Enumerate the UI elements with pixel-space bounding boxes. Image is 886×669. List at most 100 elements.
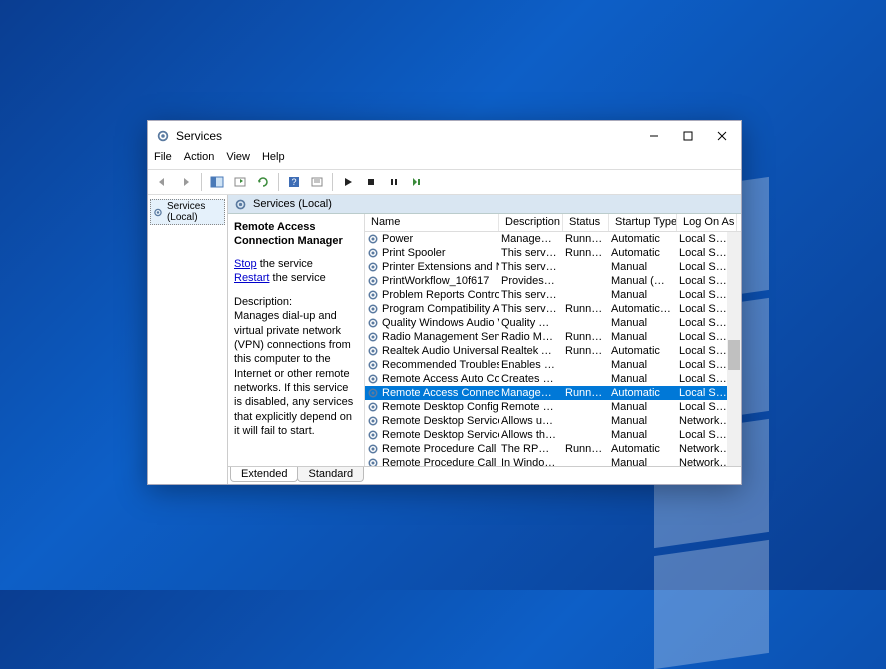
pause-service-button[interactable] bbox=[383, 171, 405, 193]
gear-icon bbox=[367, 303, 379, 315]
gear-icon bbox=[367, 345, 379, 357]
tree-root-item[interactable]: Services (Local) bbox=[150, 199, 225, 225]
close-button[interactable] bbox=[705, 123, 739, 149]
service-name: Realtek Audio Universal Serv… bbox=[382, 345, 499, 357]
scroll-thumb[interactable] bbox=[728, 340, 740, 370]
gear-icon bbox=[153, 206, 163, 219]
restart-link[interactable]: Restart bbox=[234, 272, 269, 284]
service-row[interactable]: Remote Access Connection …Manages di…Run… bbox=[365, 386, 741, 400]
service-startup: Manual bbox=[609, 331, 677, 343]
tree-pane: Services (Local) bbox=[148, 195, 228, 484]
service-desc: This service … bbox=[499, 289, 563, 301]
show-hide-tree-button[interactable] bbox=[206, 171, 228, 193]
svg-text:?: ? bbox=[291, 177, 296, 187]
toolbar: ? bbox=[148, 169, 741, 195]
service-row[interactable]: PrintWorkflow_10f617Provides sup…Manual … bbox=[365, 274, 741, 288]
menu-help[interactable]: Help bbox=[262, 151, 285, 169]
service-startup: Manual bbox=[609, 401, 677, 413]
service-row[interactable]: Recommended Troubleshoo…Enables aut…Manu… bbox=[365, 358, 741, 372]
minimize-button[interactable] bbox=[637, 123, 671, 149]
service-row[interactable]: Remote Procedure Call (RPC)…In Windows …… bbox=[365, 456, 741, 466]
service-desc: Enables aut… bbox=[499, 359, 563, 371]
selected-service-name: Remote Access Connection Manager bbox=[234, 220, 356, 249]
service-row[interactable]: Remote Procedure Call (RPC)The RPCSS s…R… bbox=[365, 442, 741, 456]
service-status: Running bbox=[563, 387, 609, 399]
service-name: Remote Desktop Configurati… bbox=[382, 401, 499, 413]
service-row[interactable]: PowerManages po…RunningAutomaticLocal Sy… bbox=[365, 232, 741, 246]
service-name: Program Compatibility Assis… bbox=[382, 303, 499, 315]
service-startup: Automatic bbox=[609, 443, 677, 455]
service-startup: Automatic (De… bbox=[609, 303, 677, 315]
service-name: Problem Reports Control Pa… bbox=[382, 289, 499, 301]
service-name: Remote Access Auto Connec… bbox=[382, 373, 499, 385]
service-startup: Manual (Trigg… bbox=[609, 275, 677, 287]
restart-service-button[interactable] bbox=[406, 171, 428, 193]
properties-button[interactable] bbox=[306, 171, 328, 193]
menu-action[interactable]: Action bbox=[184, 151, 215, 169]
service-desc: Manages po… bbox=[499, 233, 563, 245]
service-name: Radio Management Service bbox=[382, 331, 499, 343]
gear-icon bbox=[367, 415, 379, 427]
details-pane: Remote Access Connection Manager Stop th… bbox=[228, 214, 364, 466]
service-row[interactable]: Program Compatibility Assis…This service… bbox=[365, 302, 741, 316]
maximize-button[interactable] bbox=[671, 123, 705, 149]
gear-icon bbox=[367, 261, 379, 273]
col-description[interactable]: Description bbox=[499, 214, 563, 231]
service-name: Remote Desktop Services bbox=[382, 415, 499, 427]
titlebar[interactable]: Services bbox=[148, 121, 741, 151]
gear-icon bbox=[367, 359, 379, 371]
service-row[interactable]: Remote Desktop Services Us…Allows the re… bbox=[365, 428, 741, 442]
refresh-button[interactable] bbox=[252, 171, 274, 193]
view-tabs: Extended Standard bbox=[228, 466, 741, 484]
service-startup: Manual bbox=[609, 261, 677, 273]
tab-standard[interactable]: Standard bbox=[297, 467, 364, 482]
start-service-button[interactable] bbox=[337, 171, 359, 193]
service-row[interactable]: Problem Reports Control Pa…This service … bbox=[365, 288, 741, 302]
service-row[interactable]: Quality Windows Audio Vid…Quality Win…Ma… bbox=[365, 316, 741, 330]
help-button[interactable]: ? bbox=[283, 171, 305, 193]
vertical-scrollbar[interactable] bbox=[727, 232, 741, 466]
column-headers: Name Description Status Startup Type Log… bbox=[365, 214, 741, 232]
back-button[interactable] bbox=[152, 171, 174, 193]
menu-view[interactable]: View bbox=[226, 151, 250, 169]
service-name: Printer Extensions and Notifi… bbox=[382, 261, 499, 273]
service-status: Running bbox=[563, 233, 609, 245]
window-title: Services bbox=[176, 129, 637, 143]
services-window: Services File Action View Help ? Service… bbox=[147, 120, 742, 485]
service-name: Print Spooler bbox=[382, 247, 446, 259]
service-startup: Manual bbox=[609, 415, 677, 427]
service-desc: This service … bbox=[499, 303, 563, 315]
service-status: Running bbox=[563, 247, 609, 259]
gear-icon bbox=[367, 289, 379, 301]
service-startup: Manual bbox=[609, 429, 677, 441]
col-startup[interactable]: Startup Type bbox=[609, 214, 677, 231]
gear-icon bbox=[367, 317, 379, 329]
service-desc: Remote Des… bbox=[499, 401, 563, 413]
gear-icon bbox=[367, 401, 379, 413]
service-startup: Manual bbox=[609, 373, 677, 385]
service-row[interactable]: Radio Management ServiceRadio Mana…Runni… bbox=[365, 330, 741, 344]
gear-icon bbox=[367, 373, 379, 385]
service-row[interactable]: Realtek Audio Universal Serv…Realtek Aud… bbox=[365, 344, 741, 358]
gear-icon bbox=[367, 387, 379, 399]
forward-button[interactable] bbox=[175, 171, 197, 193]
service-row[interactable]: Remote Desktop ServicesAllows users …Man… bbox=[365, 414, 741, 428]
service-name: Power bbox=[382, 233, 413, 245]
service-row[interactable]: Remote Desktop Configurati…Remote Des… Ma… bbox=[365, 400, 741, 414]
service-row[interactable]: Print SpoolerThis service …RunningAutoma… bbox=[365, 246, 741, 260]
tab-extended[interactable]: Extended bbox=[230, 467, 298, 482]
col-name[interactable]: Name bbox=[365, 214, 499, 231]
col-status[interactable]: Status bbox=[563, 214, 609, 231]
tree-root-label: Services (Local) bbox=[167, 201, 222, 223]
service-name: Remote Procedure Call (RPC) bbox=[382, 443, 499, 455]
service-name: Remote Access Connection … bbox=[382, 387, 499, 399]
menu-file[interactable]: File bbox=[154, 151, 172, 169]
description-text: Manages dial-up and virtual private netw… bbox=[234, 309, 356, 438]
export-list-button[interactable] bbox=[229, 171, 251, 193]
stop-link[interactable]: Stop bbox=[234, 258, 257, 270]
service-row[interactable]: Printer Extensions and Notifi…This servi… bbox=[365, 260, 741, 274]
service-row[interactable]: Remote Access Auto Connec…Creates a co…M… bbox=[365, 372, 741, 386]
stop-service-button[interactable] bbox=[360, 171, 382, 193]
col-logon[interactable]: Log On As bbox=[677, 214, 737, 231]
service-name: Remote Procedure Call (RPC)… bbox=[382, 457, 499, 466]
